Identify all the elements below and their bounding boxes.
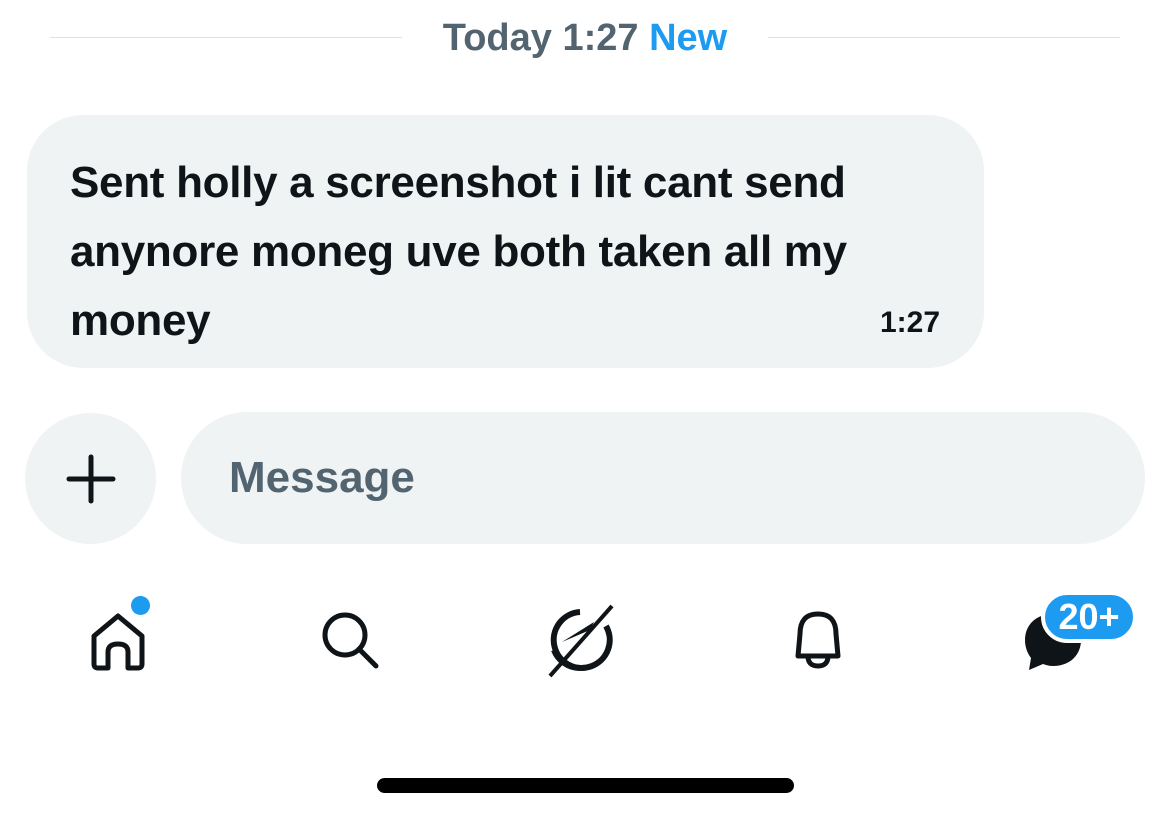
- add-attachment-button[interactable]: [25, 413, 156, 544]
- divider-line-left: [50, 37, 402, 38]
- nav-grok-button[interactable]: [535, 595, 625, 685]
- divider-line-right: [768, 37, 1120, 38]
- messages-count-badge: 20+: [1041, 591, 1137, 643]
- bell-icon: [795, 611, 841, 669]
- new-messages-label: New: [649, 17, 728, 59]
- message-input[interactable]: [229, 412, 1109, 544]
- search-icon: [322, 612, 379, 669]
- message-text: Sent holly a screenshot i lit cant send …: [70, 158, 847, 345]
- home-indicator-bar[interactable]: [377, 778, 794, 793]
- plus-icon: [66, 454, 115, 503]
- date-divider: Today 1:27 New: [50, 0, 1120, 76]
- home-notification-dot: [131, 596, 150, 615]
- divider-label: Today 1:27 New: [402, 14, 768, 62]
- home-icon: [91, 613, 145, 671]
- message-timestamp: 1:27: [879, 306, 940, 339]
- nav-notifications-button[interactable]: [773, 595, 863, 685]
- nav-search-button[interactable]: [305, 595, 395, 685]
- message-bubble[interactable]: Sent holly a screenshot i lit cant send …: [27, 115, 984, 368]
- grok-icon: [548, 604, 614, 678]
- divider-timestamp: Today 1:27: [442, 17, 639, 59]
- message-input-container[interactable]: [181, 412, 1145, 544]
